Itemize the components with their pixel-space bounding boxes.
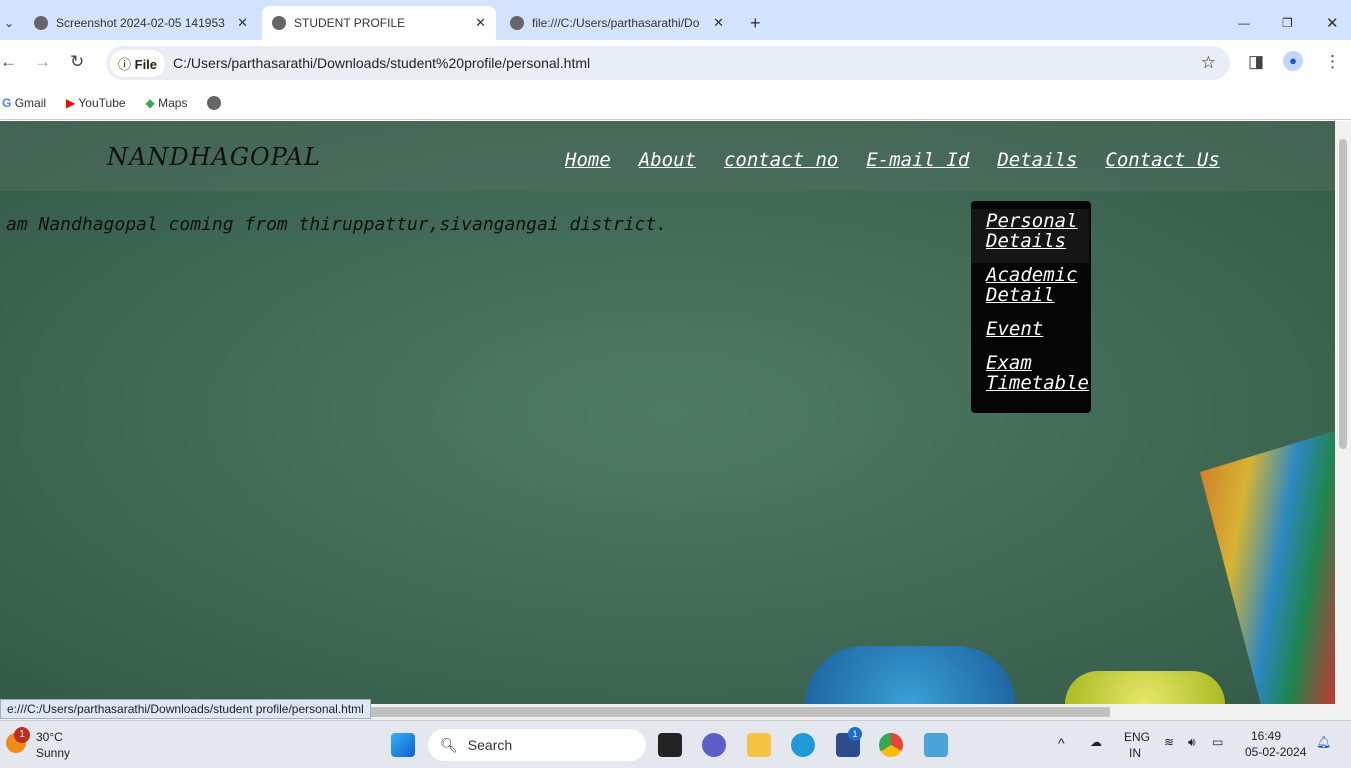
url-text[interactable]: C:/Users/parthasarathi/Downloads/student… xyxy=(173,55,590,71)
taskbar: 1 30°C Sunny 🔍︎ Search 1 ^ ☁ ENG IN ≋ 🔊︎ … xyxy=(0,720,1351,768)
menu-icon[interactable]: ⋮ xyxy=(1324,52,1341,72)
tab-screenshot[interactable]: Screenshot 2024-02-05 141953 ✕ xyxy=(24,6,258,40)
battery-icon[interactable]: ▭ xyxy=(1212,735,1223,749)
nav-contact-us[interactable]: Contact Us xyxy=(1105,149,1219,171)
bookmark-youtube[interactable]: ▶ YouTube xyxy=(66,96,126,110)
globe-icon xyxy=(510,16,524,30)
tab-title: STUDENT PROFILE xyxy=(294,16,406,30)
pencils-image xyxy=(1200,431,1335,704)
nav-home[interactable]: Home xyxy=(565,149,611,171)
nav-contact-no[interactable]: contact no xyxy=(724,149,838,171)
search-icon: 🔍︎ xyxy=(440,736,458,753)
file-explorer-icon[interactable] xyxy=(747,733,771,757)
vertical-scrollbar[interactable] xyxy=(1335,121,1351,704)
language-in[interactable]: IN xyxy=(1129,746,1141,760)
close-icon[interactable]: ✕ xyxy=(475,15,486,31)
nav-about[interactable]: About xyxy=(639,149,696,171)
clock-time[interactable]: 16:49 xyxy=(1251,729,1281,743)
side-panel-icon[interactable]: ◨ xyxy=(1248,52,1264,72)
chevron-up-icon[interactable]: ^ xyxy=(1058,735,1065,751)
dropdown-academic-detail[interactable]: Academic Detail xyxy=(971,263,1089,317)
minimize-button[interactable]: — xyxy=(1228,6,1260,40)
profile-avatar[interactable]: ● xyxy=(1283,51,1303,71)
nav-details[interactable]: Details xyxy=(997,149,1077,171)
intro-text: am Nandhagopal coming from thiruppattur,… xyxy=(6,214,668,235)
windows-start-icon[interactable] xyxy=(391,733,415,757)
back-button[interactable]: ← xyxy=(0,52,17,72)
new-tab-button[interactable]: + xyxy=(740,6,771,40)
globe-icon xyxy=(34,16,48,30)
youtube-icon: ▶ xyxy=(66,95,76,110)
tab-bar: ⌄ Screenshot 2024-02-05 141953 ✕ STUDENT … xyxy=(0,0,1351,40)
reload-button[interactable]: ↻ xyxy=(70,52,84,72)
globe-icon xyxy=(272,16,286,30)
address-bar[interactable]: ⓘ File C:/Users/parthasarathi/Downloads/… xyxy=(106,46,1230,80)
onedrive-icon[interactable]: ☁ xyxy=(1090,735,1102,749)
dropdown-personal-details[interactable]: Personal Details xyxy=(971,209,1089,263)
edge-icon[interactable] xyxy=(791,733,815,757)
weather-badge: 1 xyxy=(14,727,30,743)
site-logo: NANDHAGOPAL xyxy=(107,143,321,171)
details-dropdown: Personal Details Academic Detail Event E… xyxy=(971,201,1091,413)
tab-title: Screenshot 2024-02-05 141953 xyxy=(56,16,225,30)
language-eng[interactable]: ENG xyxy=(1124,730,1150,744)
weather-temp: 30°C xyxy=(36,730,63,744)
toolbar: ← → ↻ ⓘ File C:/Users/parthasarathi/Down… xyxy=(0,40,1351,86)
close-icon[interactable]: ✕ xyxy=(237,15,248,31)
status-bar-url: e:///C:/Users/parthasarathi/Downloads/st… xyxy=(0,699,371,719)
tab-file[interactable]: file:///C:/Users/parthasarathi/Do ✕ xyxy=(500,6,734,40)
close-icon[interactable]: ✕ xyxy=(713,15,724,31)
bookmark-maps[interactable]: ◆ Maps xyxy=(146,96,188,110)
restore-button[interactable]: ❐ xyxy=(1272,6,1303,40)
globe-image xyxy=(805,646,1015,704)
tab-search-button[interactable]: ⌄ xyxy=(0,6,24,40)
volume-icon[interactable]: 🔊︎ xyxy=(1188,735,1196,750)
star-icon[interactable]: ☆ xyxy=(1201,53,1216,73)
dropdown-event[interactable]: Event xyxy=(971,317,1089,351)
store-badge: 1 xyxy=(848,727,862,741)
maps-icon: ◆ xyxy=(145,95,155,110)
site-info-chip[interactable]: ⓘ File xyxy=(110,49,166,77)
notepad-icon[interactable] xyxy=(924,733,948,757)
wifi-icon[interactable]: ≋ xyxy=(1164,735,1174,749)
weather-desc: Sunny xyxy=(36,746,71,760)
task-view-icon[interactable] xyxy=(658,733,682,757)
nav-email[interactable]: E-mail Id xyxy=(866,149,969,171)
site-header: NANDHAGOPAL Home About contact no E-mail… xyxy=(0,121,1335,191)
dropdown-exam-timetable[interactable]: Exam Timetable xyxy=(971,351,1089,405)
main-nav: Home About contact no E-mail Id Details … xyxy=(565,149,1220,171)
bookmark-gmail[interactable]: G Gmail xyxy=(2,96,46,110)
apple-image xyxy=(1065,671,1225,704)
meet-icon[interactable] xyxy=(702,733,726,757)
chrome-icon[interactable] xyxy=(879,733,903,757)
tab-student-profile[interactable]: STUDENT PROFILE ✕ xyxy=(262,6,496,40)
bookmarks-bar: G Gmail ▶ YouTube ◆ Maps xyxy=(0,86,1351,120)
forward-button[interactable]: → xyxy=(34,52,51,72)
page-content: NANDHAGOPAL Home About contact no E-mail… xyxy=(0,121,1335,704)
clock-date[interactable]: 05-02-2024 xyxy=(1245,745,1306,759)
taskbar-search[interactable]: 🔍︎ Search xyxy=(428,729,646,761)
tab-title: file:///C:/Users/parthasarathi/Do xyxy=(532,16,700,30)
bookmark-globe-icon[interactable] xyxy=(207,95,222,110)
notification-bell-icon[interactable]: 🔔︎ xyxy=(1316,735,1331,749)
close-window-button[interactable]: ✕ xyxy=(1316,6,1349,40)
